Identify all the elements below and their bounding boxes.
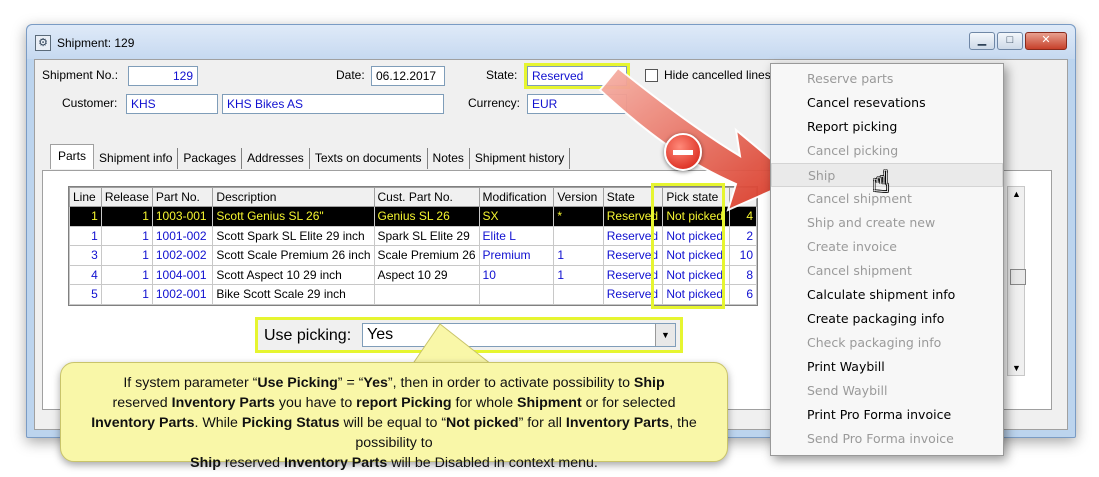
shipment-no-label: Shipment No.: <box>42 68 119 82</box>
table-cell[interactable]: 1 <box>100 206 153 227</box>
hand-cursor-icon: ☝ <box>872 166 891 199</box>
menu-item[interactable]: Print Waybill <box>771 355 1003 379</box>
state-label: State: <box>486 68 518 82</box>
table-cell[interactable] <box>553 284 604 305</box>
table-cell[interactable]: Reserved <box>602 284 664 305</box>
use-picking-label: Use picking: <box>264 327 352 344</box>
table-row[interactable]: 5 1 1002-001 Bike Scott Scale 29 inch Reserv… <box>69 284 757 305</box>
menu-item[interactable]: Send Pro Forma invoice <box>771 427 1003 451</box>
customer-label: Customer: <box>62 96 118 110</box>
menu-item[interactable]: Cancel resevations <box>771 91 1003 115</box>
table-cell[interactable]: 1 <box>100 245 153 266</box>
scroll-down-icon[interactable]: ▼ <box>1012 363 1021 373</box>
table-cell[interactable]: Genius SL 26 <box>373 206 480 227</box>
menu-item[interactable]: Report picking <box>771 115 1003 139</box>
menu-item[interactable]: Send Waybill <box>771 379 1003 403</box>
tab-notes[interactable]: Notes <box>427 148 470 169</box>
tab-shipment-info[interactable]: Shipment info <box>94 148 179 169</box>
close-button[interactable]: ✕ <box>1025 32 1067 50</box>
window-title: Shipment: 129 <box>57 36 135 50</box>
menu-item[interactable]: Cancel picking <box>771 139 1003 163</box>
table-cell[interactable]: Scott Aspect 10 29 inch <box>212 264 375 285</box>
tab-strip: Parts Shipment info Packages Addresses T… <box>50 144 571 169</box>
table-cell[interactable]: 1 <box>100 264 153 285</box>
table-cell[interactable]: 3 <box>69 245 102 266</box>
table-cell[interactable] <box>373 284 480 305</box>
table-cell[interactable]: Scale Premium 26 <box>373 245 480 266</box>
table-cell[interactable] <box>478 284 555 305</box>
col-line[interactable]: Line <box>69 187 102 207</box>
table-cell[interactable]: 5 <box>69 284 102 305</box>
col-release[interactable]: Release <box>100 187 153 207</box>
chevron-down-icon[interactable]: ▼ <box>655 324 675 346</box>
maximize-button[interactable]: □ <box>997 32 1023 50</box>
table-cell[interactable]: Scott Scale Premium 26 inch <box>212 245 375 266</box>
menu-item[interactable]: Ship and create new <box>771 211 1003 235</box>
table-cell[interactable]: Scott Spark SL Elite 29 inch <box>212 225 375 246</box>
table-cell[interactable]: Not picked <box>662 284 730 305</box>
no-entry-icon <box>664 133 702 171</box>
app-icon: ⚙ <box>35 35 51 51</box>
menu-item[interactable]: Cancel shipment <box>771 259 1003 283</box>
customer-name-field[interactable]: KHS Bikes AS <box>222 94 444 114</box>
scroll-thumb[interactable] <box>1010 269 1026 285</box>
date-label: Date: <box>336 68 365 82</box>
table-cell[interactable]: 1 <box>69 206 102 227</box>
minimize-button[interactable]: ▁ <box>969 32 995 50</box>
table-cell[interactable]: Aspect 10 29 <box>373 264 480 285</box>
info-callout: If system parameter “Use Picking” = “Yes… <box>60 362 728 471</box>
table-cell[interactable]: 1 <box>100 225 153 246</box>
currency-label: Currency: <box>468 96 521 110</box>
customer-code-field[interactable]: KHS <box>126 94 218 114</box>
col-part-no[interactable]: Part No. <box>151 187 214 207</box>
date-field[interactable]: 06.12.2017 <box>371 66 445 86</box>
table-cell[interactable]: 1001-002 <box>151 225 214 246</box>
col-cust-part-no[interactable]: Cust. Part No. <box>373 187 480 207</box>
menu-item[interactable]: Create invoice <box>771 235 1003 259</box>
tab-addresses[interactable]: Addresses <box>242 148 310 169</box>
table-cell[interactable]: Bike Scott Scale 29 inch <box>212 284 375 305</box>
col-description[interactable]: Description <box>212 187 375 207</box>
table-cell[interactable]: 1 <box>69 225 102 246</box>
context-menu: Reserve parts Cancel resevations Report pi… <box>770 63 1004 456</box>
menu-item[interactable]: Calculate shipment info <box>771 283 1003 307</box>
shipment-no-field[interactable]: 129 <box>128 66 198 86</box>
menu-item[interactable]: Reserve parts <box>771 67 1003 91</box>
table-cell[interactable]: 1 <box>100 284 153 305</box>
table-cell[interactable]: Spark SL Elite 29 <box>373 225 480 246</box>
table-cell[interactable]: 1002-002 <box>151 245 214 266</box>
menu-item[interactable]: Check packaging info <box>771 331 1003 355</box>
table-cell[interactable]: 1003-001 <box>151 206 214 227</box>
table-cell[interactable]: 1004-001 <box>151 264 214 285</box>
table-cell[interactable]: Scott Genius SL 26" <box>212 206 375 227</box>
table-cell[interactable]: 6 <box>728 284 757 305</box>
menu-item[interactable]: Print Pro Forma invoice <box>771 403 1003 427</box>
scroll-up-icon[interactable]: ▲ <box>1012 189 1021 199</box>
tab-texts-on-documents[interactable]: Texts on documents <box>309 148 428 169</box>
tab-parts[interactable]: Parts <box>50 144 95 169</box>
menu-item[interactable]: Create packaging info <box>771 307 1003 331</box>
tab-packages[interactable]: Packages <box>178 148 243 169</box>
table-cell[interactable]: 4 <box>69 264 102 285</box>
title-bar[interactable]: ⚙ Shipment: 129 ▁ □ ✕ <box>27 25 1075 59</box>
table-cell[interactable]: 1002-001 <box>151 284 214 305</box>
